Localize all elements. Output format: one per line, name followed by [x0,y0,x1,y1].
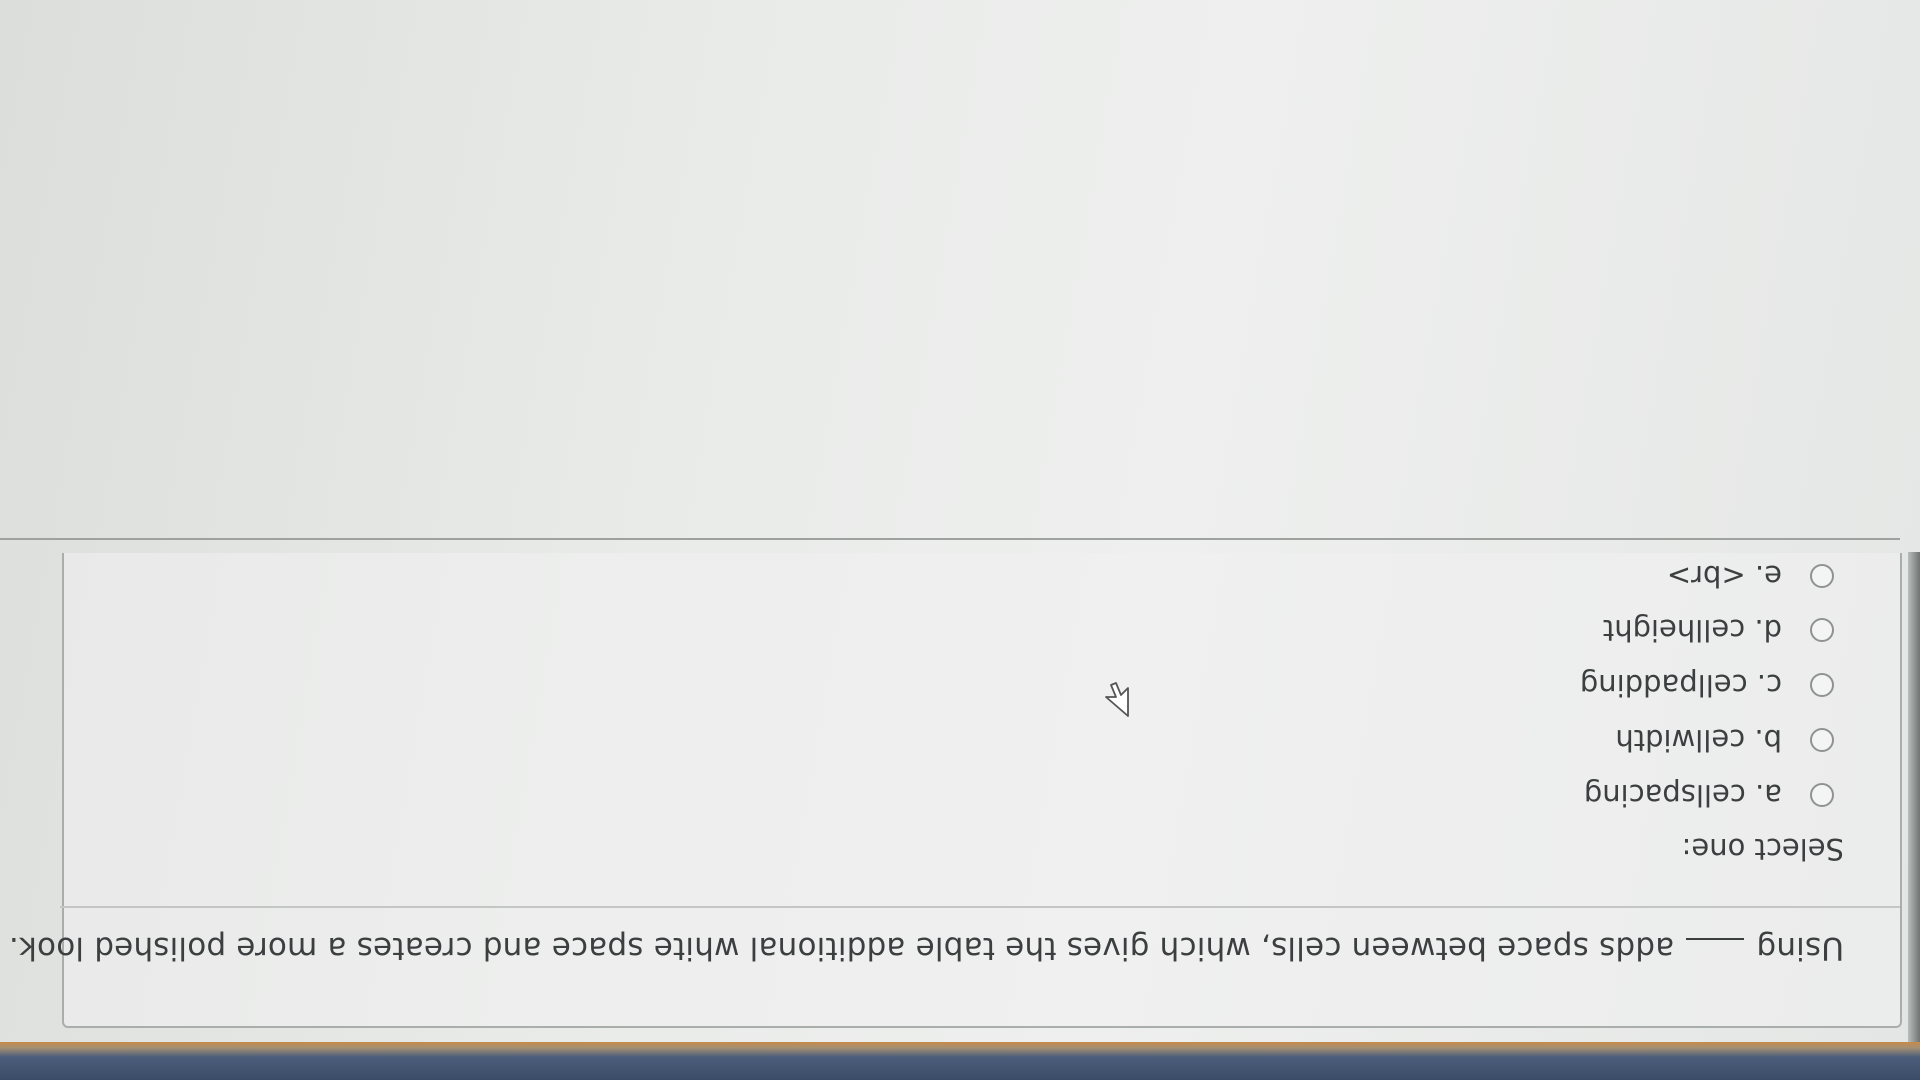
screen-bottom-edge [0,1042,1920,1080]
option-a[interactable]: a. cellspacing [1584,778,1834,812]
question-text: Using adds space between cells, which giv… [9,930,1844,968]
question-text-end: adds space between cells, which gives th… [8,930,1675,966]
radio-icon[interactable] [1810,783,1834,807]
option-e[interactable]: e. <br> [1667,559,1834,593]
option-b[interactable]: b. cellwidth [1615,723,1834,757]
question-text-start: Using [1756,930,1844,966]
option-label: c. cellpadding [1579,668,1782,702]
radio-icon[interactable] [1810,673,1834,697]
quiz-screen: Using adds space between cells, which giv… [0,0,1920,1080]
radio-icon[interactable] [1810,564,1834,588]
option-label: b. cellwidth [1615,723,1782,757]
screen-side-edge [1908,552,1920,1042]
lower-panel [0,528,1920,540]
panel-divider [0,538,1900,540]
mouse-pointer-icon [1105,682,1129,717]
option-label: a. cellspacing [1583,778,1782,812]
option-label: d. cellheight [1602,613,1782,647]
radio-icon[interactable] [1810,728,1834,752]
select-one-prompt: Select one: [1681,832,1844,866]
question-divider [60,906,1900,908]
option-label: e. <br> [1666,559,1782,593]
question-card: Using adds space between cells, which giv… [9,553,1902,1028]
radio-icon[interactable] [1810,618,1834,642]
option-c[interactable]: c. cellpadding [1580,668,1834,702]
option-d[interactable]: d. cellheight [1603,613,1834,647]
answer-blank [1686,938,1745,968]
